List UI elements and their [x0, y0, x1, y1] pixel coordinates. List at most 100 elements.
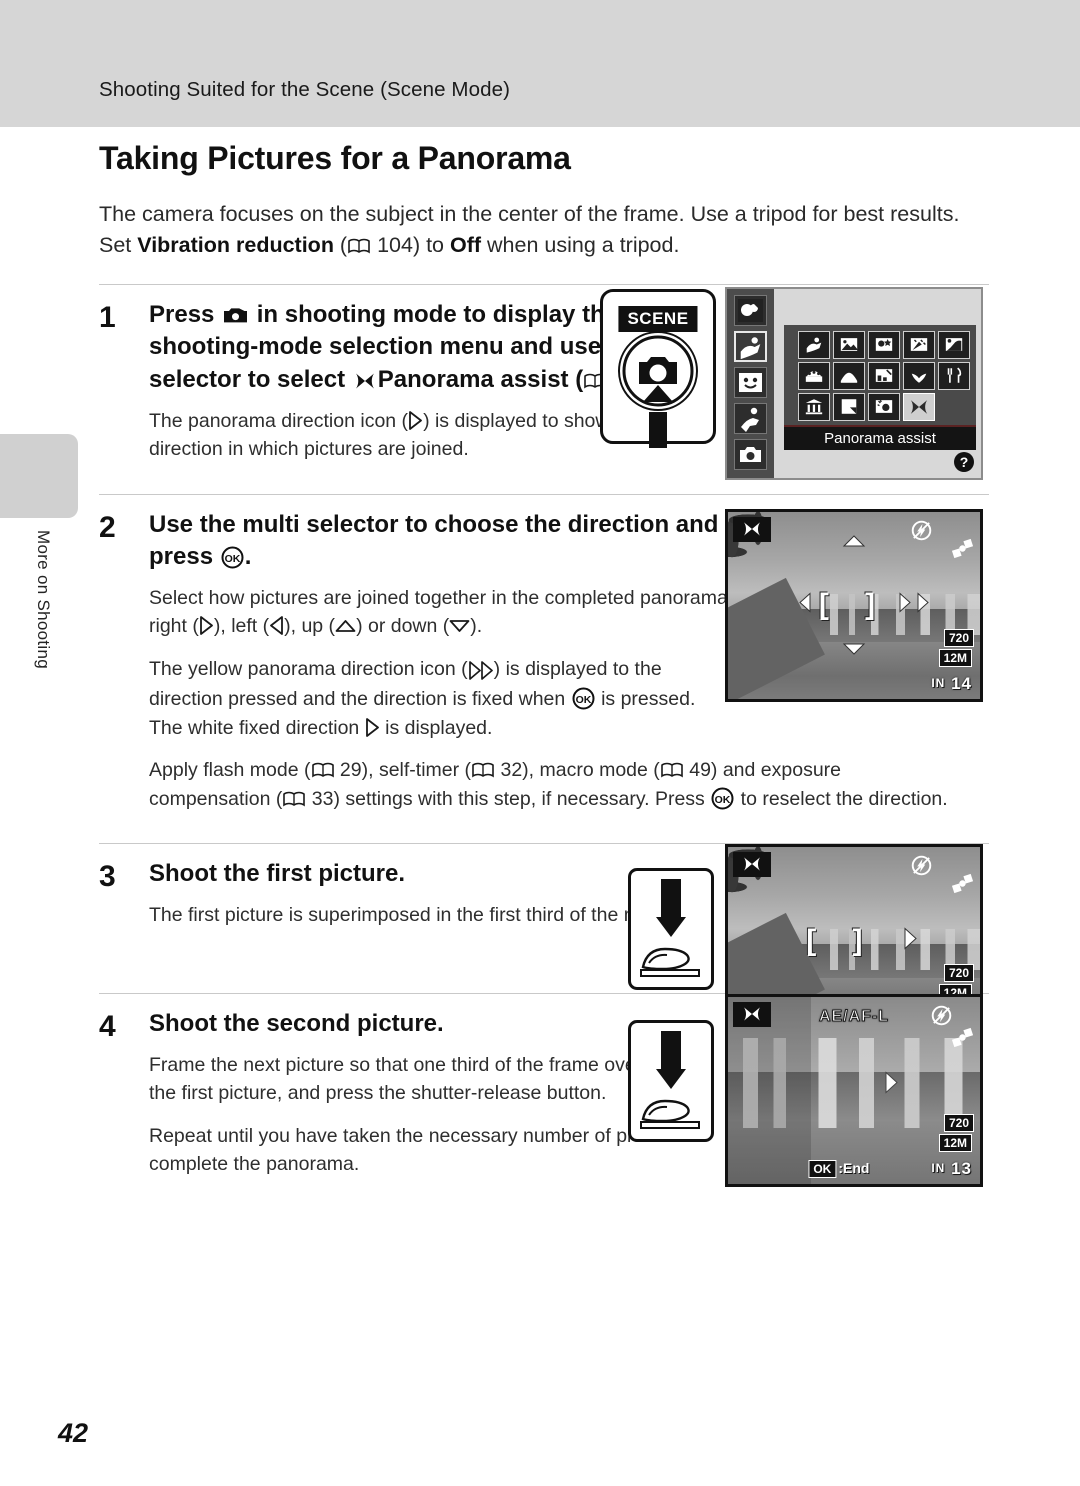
direction-down-indicator-icon [842, 642, 866, 661]
lcd-ok-end-hint: OK:End [808, 1160, 870, 1179]
s2n3-ref4: 33 [311, 787, 334, 810]
figure-press-shutter-step3 [628, 868, 714, 991]
scene-cell-snow[interactable] [798, 361, 830, 390]
press-shutter-graphic [640, 1031, 700, 1130]
s2n3-c: ), macro mode ( [522, 759, 660, 782]
figure-lcd-step2: [ ] 720 12M IN 14 [725, 508, 983, 702]
lcd-monitor-step2: [ ] 720 12M IN 14 [725, 508, 983, 702]
direction-left-indicator-icon [798, 592, 812, 619]
step-4: 4 Shoot the second picture. Frame the ne… [99, 994, 989, 1188]
step-2-number: 2 [99, 510, 116, 544]
scene-button-illustration: SCENE [600, 288, 716, 448]
figure-press-shutter-step4 [628, 1020, 714, 1143]
lcd-memory-indicator: IN [931, 675, 946, 690]
scene-cell-copy[interactable] [833, 392, 865, 421]
scene-cell-beach[interactable] [938, 330, 970, 359]
direction-right-icon [365, 717, 380, 737]
header-band [0, 0, 1080, 127]
rail-item-smart-portrait[interactable] [734, 366, 767, 398]
step-4-number: 4 [99, 1010, 116, 1044]
s2n3-ref2: 32 [500, 759, 523, 782]
step-2-heading: Use the multi selector to choose the dir… [149, 509, 749, 574]
scene-cell-panorama-assist[interactable] [903, 392, 935, 421]
scene-cell-backlight[interactable] [868, 392, 900, 421]
lcd-mode-badge-panorama [733, 852, 771, 878]
lcd-ok-badge: OK [808, 1160, 837, 1179]
s2n1-e: ). [470, 615, 483, 638]
shooting-mode-camera-icon [223, 301, 248, 323]
lcd-ae-af-lock-indicator: AE/AF-L [818, 1008, 890, 1026]
rail-item-night-portrait[interactable] [734, 294, 767, 326]
direction-right-indicator-icon [898, 592, 912, 619]
scene-menu-popup: Panorama assist [784, 324, 976, 450]
book-reference-icon [472, 762, 494, 778]
scene-mode-menu-screen: Panorama assist ? [725, 286, 983, 480]
intro-bold-vibration-reduction: Vibration reduction [137, 233, 334, 258]
step-3-note: The first picture is superimposed in the… [149, 903, 694, 926]
scene-menu-caption: Panorama assist [784, 424, 976, 450]
intro-text-b: ) to [412, 233, 450, 258]
direction-right-icon [408, 410, 423, 430]
page-number: 42 [58, 1418, 89, 1448]
ok-button-icon: OK [572, 687, 595, 710]
s2n3-a: Apply flash mode ( [149, 759, 311, 782]
s2n2-a: The yellow panorama direction icon ( [149, 657, 468, 680]
scene-cell-sports[interactable] [798, 330, 830, 359]
s2n3-ref1: 29 [339, 759, 362, 782]
direction-up-icon [335, 613, 356, 633]
lcd-end-text: :End [838, 1160, 870, 1177]
rail-item-subject-tracking[interactable] [734, 402, 767, 434]
vibration-reduction-icon [951, 873, 974, 899]
step-1-note-a: The panorama direction icon ( [149, 409, 409, 432]
step-3-number: 3 [99, 860, 116, 894]
s2n3-b: ), self-timer ( [361, 759, 472, 782]
intro-paragraph: The camera focuses on the subject in the… [99, 199, 983, 262]
rail-item-scene-mode[interactable] [734, 330, 767, 362]
lcd-movie-size: 720 [943, 628, 974, 647]
chapter-side-label: More on Shooting [34, 530, 53, 669]
scene-cell-close-up[interactable] [903, 361, 935, 390]
step-3: 3 Shoot the first picture. The first pic… [99, 844, 989, 1038]
direction-right-double-icon [468, 657, 494, 685]
step-4-note-2: Repeat until you have taken the necessar… [149, 1124, 707, 1176]
figure-scene-mode-menu: Panorama assist ? [725, 286, 983, 480]
running-head: Shooting Suited for the Scene (Scene Mod… [99, 78, 511, 101]
intro-text-c: when using a tripod. [481, 233, 680, 258]
lcd-focus-brackets: [ ] [806, 923, 877, 957]
intro-ref-104: 104 [377, 233, 413, 258]
lcd-mode-badge-panorama [733, 1002, 771, 1028]
direction-left-icon [269, 615, 284, 636]
step-1-head-bold: Panorama assist [377, 366, 569, 393]
step-1-head-a: Press [149, 300, 222, 328]
press-shutter-graphic [640, 879, 700, 978]
figure-lcd-step4: AE/AF-L 720 12M OK:End IN 13 [725, 994, 983, 1188]
scene-cell-night-portrait[interactable] [868, 330, 900, 359]
lcd-shots-value: 14 [951, 673, 972, 693]
rail-item-auto-mode[interactable] [734, 438, 767, 470]
step-1: 1 Press in shooting mode to display the … [99, 285, 989, 480]
scene-cell-sunset[interactable] [833, 361, 865, 390]
help-icon[interactable]: ? [954, 451, 974, 472]
vibration-reduction-icon [951, 538, 974, 564]
book-reference-icon [283, 791, 306, 807]
scene-cell-dusk-dawn[interactable] [868, 361, 900, 390]
lcd-shots-remaining: IN 13 [931, 1159, 972, 1179]
lcd-monitor-step4: AE/AF-L 720 12M OK:End IN 13 [725, 994, 983, 1188]
scene-cell-party[interactable] [903, 330, 935, 359]
scene-cell-food[interactable] [938, 361, 970, 390]
direction-down-icon [449, 613, 470, 633]
lcd-image-size: 12M [938, 648, 972, 667]
press-shutter-illustration [628, 868, 714, 991]
lcd-focus-brackets: [ ] [818, 588, 890, 622]
flash-off-icon [911, 855, 932, 881]
lcd-movie-size: 720 [943, 1114, 974, 1133]
intro-paren-open: ( [333, 233, 348, 258]
svg-text:OK: OK [224, 553, 240, 565]
scene-cell-landscape[interactable] [833, 330, 865, 359]
scene-button-label: SCENE [618, 305, 698, 332]
scene-cell-museum[interactable] [798, 392, 830, 421]
s2n1-d: ) or down ( [356, 615, 450, 638]
step-1-paren: ( [568, 366, 584, 393]
flash-off-icon [911, 520, 932, 546]
vibration-reduction-icon [951, 1027, 974, 1053]
